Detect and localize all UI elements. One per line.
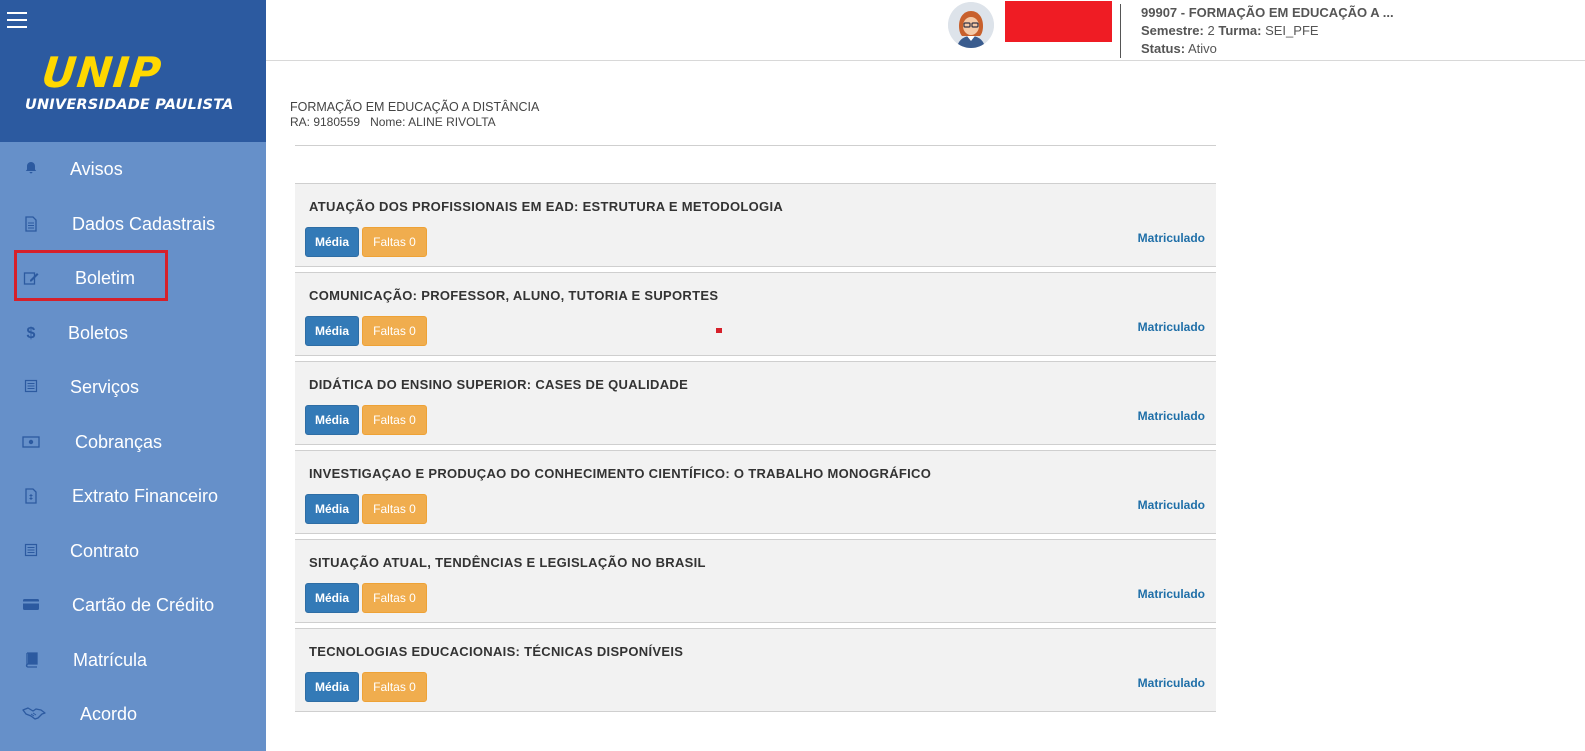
semester-label: Semestre: <box>1141 23 1204 38</box>
sidebar-item-label: Cartão de Crédito <box>72 595 215 615</box>
sidebar-item-cartao-de-credito[interactable]: Cartão de Crédito <box>0 578 266 633</box>
handshake-icon <box>22 706 46 724</box>
sidebar-item-label: Matrícula <box>73 649 148 670</box>
faltas-button[interactable]: Faltas 0 <box>362 583 427 613</box>
sidebar-item-label: Cobranças <box>75 431 163 452</box>
course-info: 99907 - FORMAÇÃO EM EDUCAÇÃO A ... Semes… <box>1141 4 1394 58</box>
discipline-name: SITUAÇÃO ATUAL, TENDÊNCIAS E LEGISLAÇÃO … <box>309 555 706 570</box>
edit-icon <box>22 270 40 288</box>
student-name: Nome: ALINE RIVOLTA <box>370 115 496 129</box>
logo-text: UNIP <box>39 48 165 97</box>
sidebar-item-servicos[interactable]: Serviços <box>0 360 266 415</box>
student-ra: RA: 9180559 <box>290 115 361 129</box>
sidebar-item-label: Acordo <box>80 704 138 724</box>
sidebar-item-label: Avisos <box>70 159 123 179</box>
credit-card-icon <box>22 597 40 615</box>
sidebar-item-extrato-financeiro[interactable]: Extrato Financeiro <box>0 469 266 524</box>
faltas-button[interactable]: Faltas 0 <box>362 405 427 435</box>
faltas-button[interactable]: Faltas 0 <box>362 316 427 346</box>
sidebar-item-acordo[interactable]: Acordo <box>0 687 266 742</box>
semester-value: 2 <box>1207 23 1215 38</box>
sidebar-item-label: Dados Cadastrais <box>72 213 216 234</box>
redacted-block <box>1005 1 1112 42</box>
enrollment-status: Matriculado <box>1137 231 1205 245</box>
media-button[interactable]: Média <box>305 583 359 613</box>
divider <box>295 145 1216 146</box>
sidebar-item-boletim[interactable]: Boletim <box>0 251 266 306</box>
sidebar-item-label: Extrato Financeiro <box>72 486 219 506</box>
discipline-row: SITUAÇÃO ATUAL, TENDÊNCIAS E LEGISLAÇÃO … <box>295 539 1216 623</box>
student-info: RA: 9180559 Nome: ALINE RIVOLTA <box>290 115 1216 129</box>
status-value: Ativo <box>1187 41 1217 56</box>
discipline-row: COMUNICAÇÃO: PROFESSOR, ALUNO, TUTORIA E… <box>295 272 1216 356</box>
media-button[interactable]: Média <box>305 227 359 257</box>
document-icon <box>22 215 40 234</box>
course-title: FORMAÇÃO EM EDUCAÇÃO A DISTÂNCIA <box>290 100 540 114</box>
class-label: Turma: <box>1218 23 1262 38</box>
media-button[interactable]: Média <box>305 672 359 702</box>
sidebar-item-avisos[interactable]: Avisos <box>0 142 266 197</box>
bell-icon <box>22 161 40 179</box>
discipline-row: TECNOLOGIAS EDUCACIONAIS: TÉCNICAS DISPO… <box>295 628 1216 712</box>
sidebar-item-matricula[interactable]: Matrícula <box>0 633 266 688</box>
sidebar-item-contrato[interactable]: Contrato <box>0 524 266 579</box>
sidebar-item-label: Contrato <box>70 540 140 561</box>
header-divider <box>1120 4 1121 58</box>
discipline-name: DIDÁTICA DO ENSINO SUPERIOR: CASES DE QU… <box>309 377 689 392</box>
discipline-name: COMUNICAÇÃO: PROFESSOR, ALUNO, TUTORIA E… <box>309 288 719 303</box>
enrollment-status: Matriculado <box>1137 409 1205 423</box>
enrollment-status: Matriculado <box>1137 498 1205 512</box>
enrollment-status: Matriculado <box>1137 320 1205 334</box>
discipline-row: INVESTIGAÇAO E PRODUÇAO DO CONHECIMENTO … <box>295 450 1216 534</box>
faltas-button[interactable]: Faltas 0 <box>362 227 427 257</box>
media-button[interactable]: Média <box>305 405 359 435</box>
discipline-name: TECNOLOGIAS EDUCACIONAIS: TÉCNICAS DISPO… <box>309 644 684 659</box>
discipline-row: ATUAÇÃO DOS PROFISSIONAIS EM EAD: ESTRUT… <box>295 183 1216 267</box>
top-header: 99907 - FORMAÇÃO EM EDUCAÇÃO A ... Semes… <box>266 0 1585 61</box>
class-value: SEI_PFE <box>1265 23 1319 38</box>
list-icon <box>22 543 40 561</box>
sidebar-item-cobrancas[interactable]: Cobranças <box>0 415 266 470</box>
status-line: Status: Ativo <box>1141 40 1394 58</box>
semester-line: Semestre: 2 Turma: SEI_PFE <box>1141 22 1394 40</box>
sidebar-nav: Avisos Dados Cadastrais Boletim $ Boleto… <box>0 142 266 742</box>
sidebar-item-label: Boletos <box>68 322 129 343</box>
enrollment-status: Matriculado <box>1137 587 1205 601</box>
money-icon <box>22 434 40 452</box>
enrollment-status: Matriculado <box>1137 676 1205 690</box>
faltas-button[interactable]: Faltas 0 <box>362 672 427 702</box>
dollar-icon: $ <box>26 324 36 342</box>
media-button[interactable]: Média <box>305 494 359 524</box>
avatar[interactable] <box>948 2 994 48</box>
sidebar-header: UNIP UNIVERSIDADE PAULISTA <box>0 0 266 142</box>
sidebar-item-label: Serviços <box>70 377 140 397</box>
media-button[interactable]: Média <box>305 316 359 346</box>
logo-subtitle: UNIVERSIDADE PAULISTA <box>25 97 234 113</box>
status-label: Status: <box>1141 41 1186 56</box>
financial-document-icon <box>22 488 40 506</box>
red-marker-dot <box>716 328 722 333</box>
sidebar-item-label: Boletim <box>75 268 136 288</box>
sidebar: UNIP UNIVERSIDADE PAULISTA Avisos Dados … <box>0 0 266 751</box>
course-code-name: 99907 - FORMAÇÃO EM EDUCAÇÃO A ... <box>1141 5 1394 20</box>
sidebar-item-boletos[interactable]: $ Boletos <box>0 306 266 361</box>
faltas-button[interactable]: Faltas 0 <box>362 494 427 524</box>
discipline-row: DIDÁTICA DO ENSINO SUPERIOR: CASES DE QU… <box>295 361 1216 445</box>
unip-logo: UNIP UNIVERSIDADE PAULISTA <box>22 48 242 118</box>
hamburger-menu-icon[interactable] <box>7 12 27 28</box>
list-icon <box>22 379 40 397</box>
discipline-name: INVESTIGAÇAO E PRODUÇAO DO CONHECIMENTO … <box>309 466 932 481</box>
book-icon <box>22 651 40 670</box>
sidebar-item-dados-cadastrais[interactable]: Dados Cadastrais <box>0 197 266 252</box>
discipline-list: ATUAÇÃO DOS PROFISSIONAIS EM EAD: ESTRUT… <box>295 183 1216 717</box>
discipline-name: ATUAÇÃO DOS PROFISSIONAIS EM EAD: ESTRUT… <box>309 199 784 214</box>
main-content: FORMAÇÃO EM EDUCAÇÃO A DISTÂNCIA RA: 918… <box>290 100 1216 146</box>
